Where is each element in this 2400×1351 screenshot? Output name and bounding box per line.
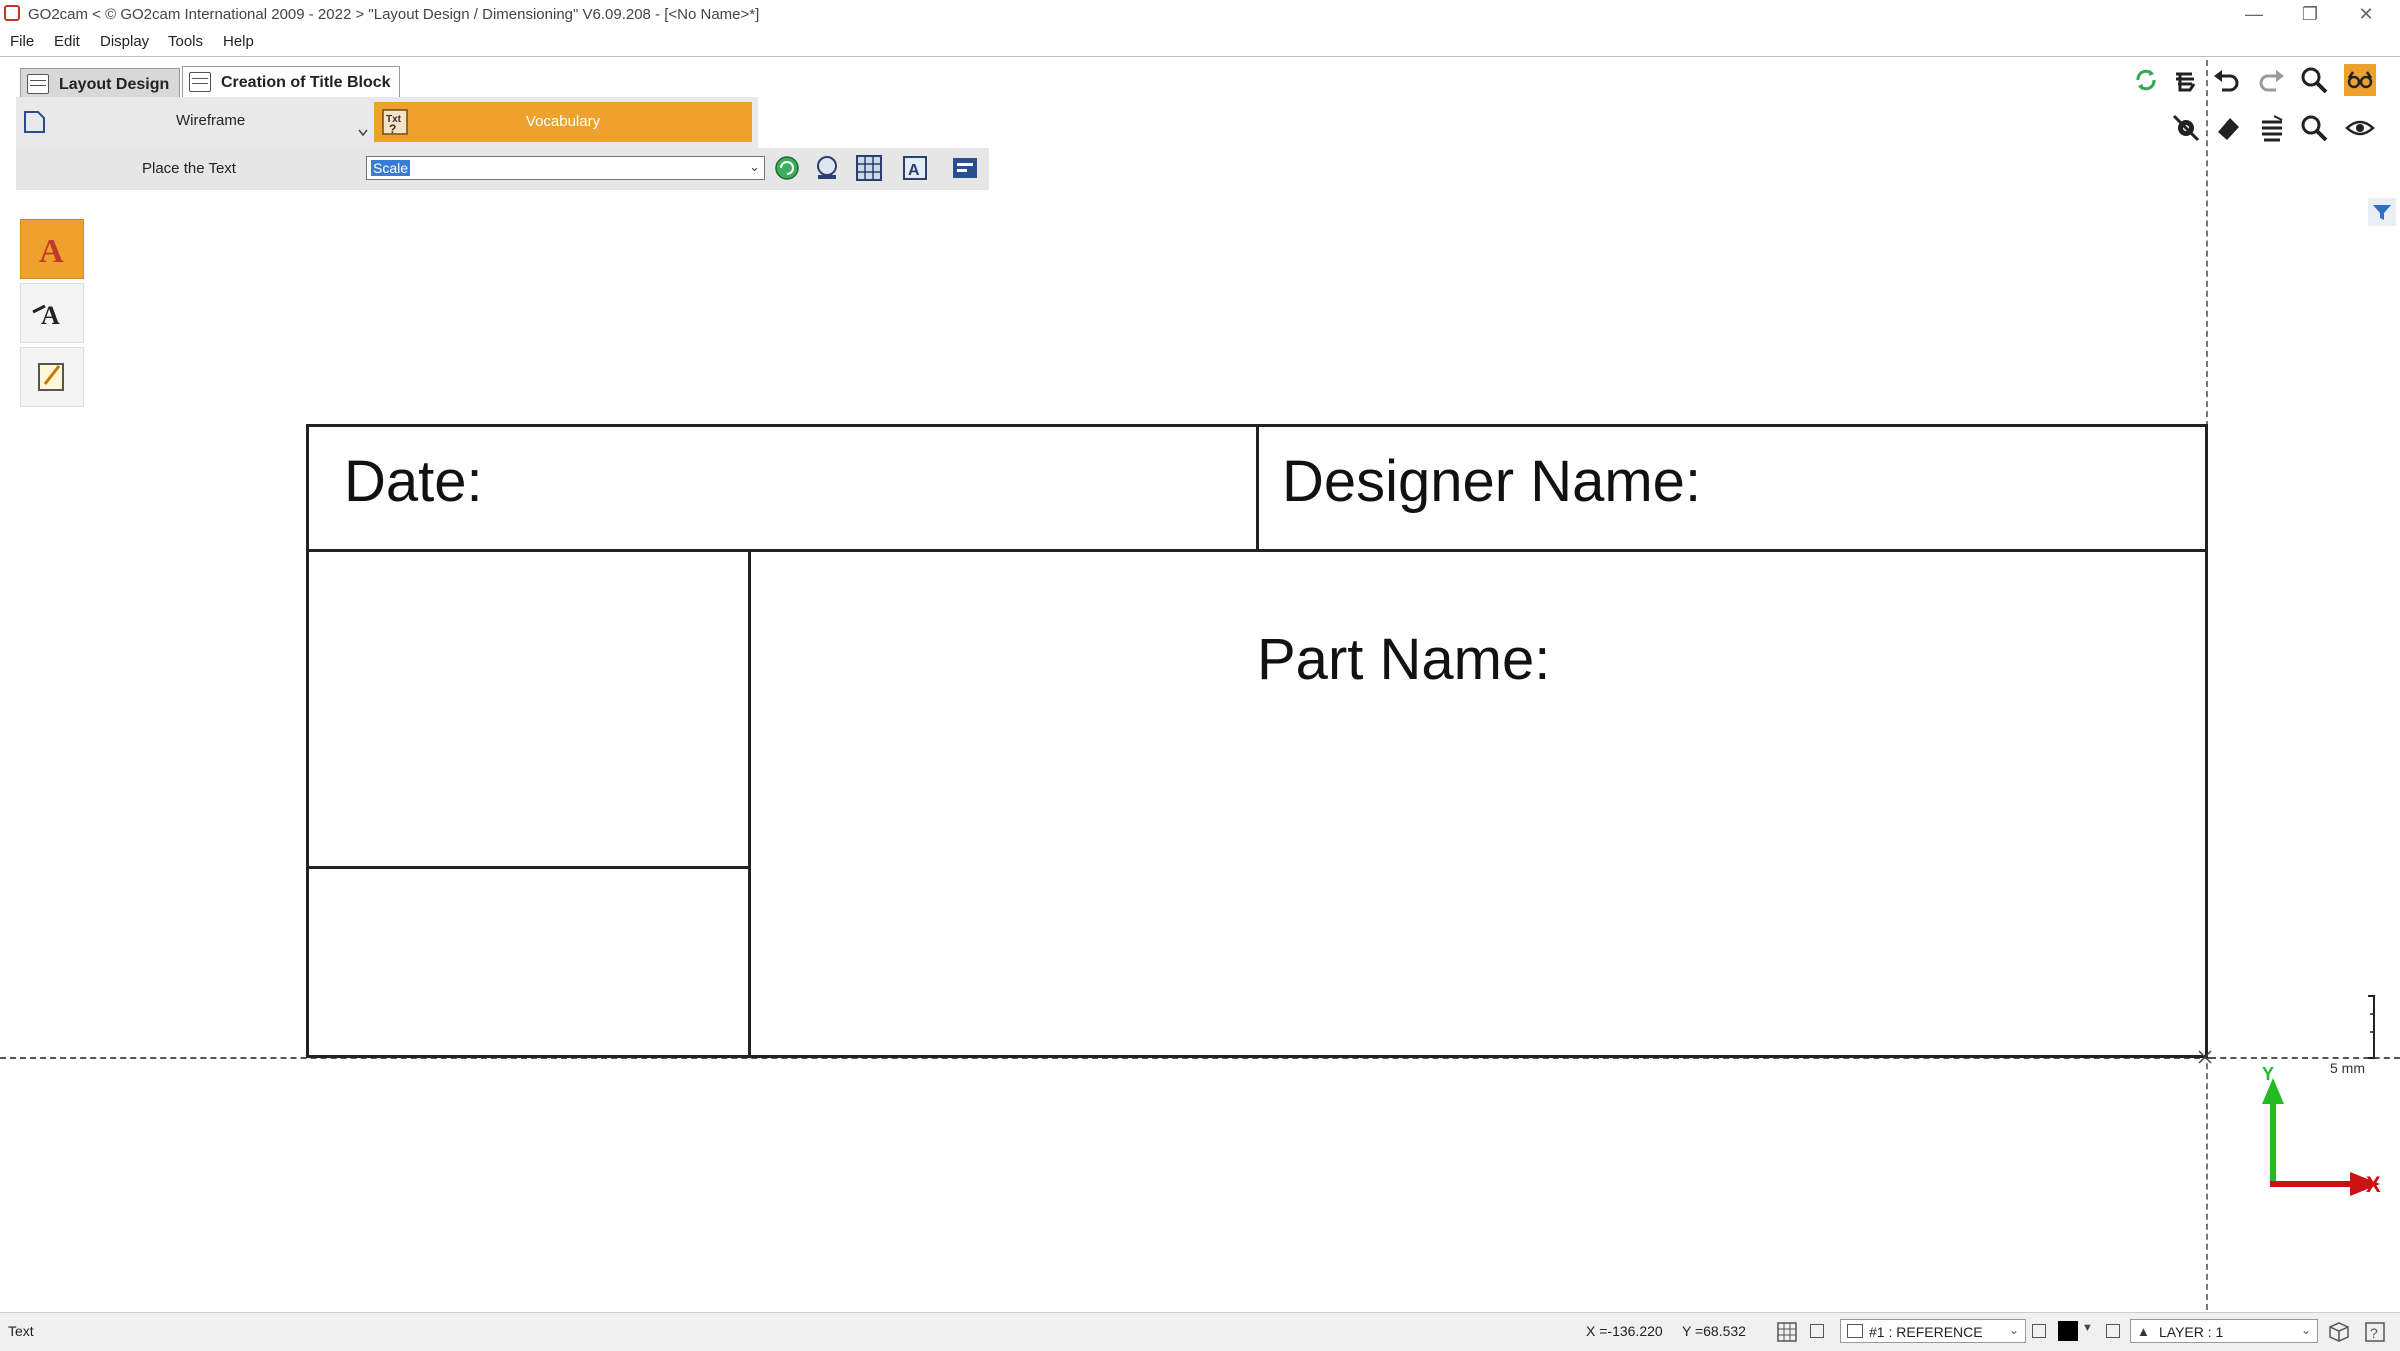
menu-display[interactable]: Display	[100, 33, 149, 50]
chevron-down-icon: ⌄	[2008, 1323, 2019, 1337]
text-style-icon[interactable]: A	[900, 153, 930, 183]
help-icon[interactable]: ?	[2364, 1321, 2386, 1343]
title-block-icon	[189, 72, 211, 92]
layers-icon[interactable]	[2256, 112, 2288, 144]
close-button[interactable]: ✕	[2338, 0, 2394, 29]
scale-bar	[2360, 994, 2384, 1060]
tab-creation-of-title-block[interactable]: Creation of Title Block	[182, 66, 400, 99]
vocabulary-button[interactable]: Txt? Vocabulary	[374, 102, 752, 142]
status-bar: Text X =-136.220 Y =68.532 #1 : REFERENC…	[0, 1312, 2400, 1351]
chevron-down-icon[interactable]: ⌄	[749, 159, 760, 175]
note-tool-button[interactable]	[20, 347, 84, 407]
menu-edit[interactable]: Edit	[54, 33, 80, 50]
note-icon	[38, 363, 64, 391]
wireframe-label[interactable]: Wireframe	[176, 112, 245, 129]
snap-checkbox[interactable]	[1810, 1324, 1824, 1338]
text-icon: A	[39, 233, 64, 270]
color-swatch[interactable]	[2058, 1321, 2078, 1341]
axis-x-label: X	[2366, 1172, 2381, 1197]
glasses-icon[interactable]	[2344, 64, 2376, 96]
chevron-down-icon: ⌄	[2300, 1323, 2311, 1337]
reference-icon	[1847, 1324, 1863, 1338]
cursor-y-readout: Y =68.532	[1682, 1323, 1746, 1339]
wireframe-icon[interactable]	[20, 108, 48, 136]
edit-text-icon: A	[32, 301, 60, 330]
menu-bar: File Edit Display Tools Help	[0, 29, 2400, 57]
undo-icon[interactable]	[2210, 64, 2242, 96]
frame-header-divider	[1256, 424, 1259, 552]
zoom-window-icon[interactable]	[2298, 112, 2330, 144]
tab-layout-design[interactable]: Layout Design	[20, 68, 180, 100]
grid-text-icon[interactable]	[854, 153, 884, 183]
date-label: Date:	[344, 449, 483, 514]
refresh-icon[interactable]	[2130, 64, 2162, 96]
menu-tools[interactable]: Tools	[168, 33, 203, 50]
svg-text:A: A	[908, 162, 920, 179]
reference-select[interactable]: #1 : REFERENCE ⌄	[1840, 1319, 2026, 1343]
axis-y-label: Y	[2262, 1064, 2275, 1084]
svg-text:?: ?	[2370, 1325, 2378, 1341]
layer-checkbox[interactable]	[2106, 1324, 2120, 1338]
text-tool-button[interactable]: A	[20, 219, 84, 279]
window-title: GO2cam < © GO2cam International 2009 - 2…	[28, 6, 760, 23]
eye-icon[interactable]	[2344, 112, 2376, 144]
layout-design-icon	[27, 74, 49, 94]
frame-left-cell-divider	[306, 866, 751, 869]
validate-icon[interactable]	[772, 153, 802, 183]
title-bar: GO2cam < © GO2cam International 2009 - 2…	[0, 0, 2400, 29]
text-combo-value[interactable]: Scale	[371, 160, 411, 176]
view-cube-icon[interactable]	[2328, 1321, 2350, 1343]
text-properties-icon[interactable]	[950, 153, 980, 183]
eraser-icon[interactable]	[2212, 112, 2244, 144]
hand-pan-icon[interactable]	[2170, 64, 2202, 96]
place-text-label: Place the Text	[142, 160, 236, 177]
part-name-label: Part Name:	[1257, 627, 1551, 692]
cursor-x-readout: X =-136.220	[1586, 1323, 1663, 1339]
edit-text-tool-button[interactable]: A	[20, 283, 84, 343]
grid-toggle-icon[interactable]	[1776, 1321, 1798, 1343]
search-text-icon[interactable]	[812, 153, 842, 183]
layer-icon: ▲	[2137, 1324, 2150, 1339]
menu-file[interactable]: File	[10, 33, 34, 50]
text-combo-box[interactable]: Scale ⌄	[366, 156, 765, 180]
frame-left-column-divider	[748, 549, 751, 1058]
menu-help[interactable]: Help	[223, 33, 254, 50]
minimize-button[interactable]: —	[2226, 0, 2282, 29]
redo-icon[interactable]	[2256, 64, 2288, 96]
status-mode: Text	[8, 1323, 34, 1339]
frame-left-line	[306, 424, 309, 1058]
zoom-icon[interactable]	[2298, 64, 2330, 96]
svg-text:A: A	[39, 233, 64, 270]
app-logo-icon	[4, 5, 20, 21]
filter-icon[interactable]	[2368, 198, 2396, 226]
frame-right-line	[2205, 424, 2208, 1058]
restore-button[interactable]: ❐	[2282, 0, 2338, 29]
designer-name-label: Designer Name:	[1282, 449, 1702, 514]
gear-hide-icon[interactable]	[2170, 112, 2202, 144]
color-dropdown-icon[interactable]: ▼	[2082, 1322, 2093, 1334]
origin-marker	[2196, 1048, 2214, 1066]
color-checkbox[interactable]	[2032, 1324, 2046, 1338]
layer-select[interactable]: ▲ LAYER : 1 ⌄	[2130, 1319, 2318, 1343]
wireframe-dropdown-icon[interactable]	[358, 124, 368, 137]
frame-bottom-line	[306, 1055, 2208, 1058]
